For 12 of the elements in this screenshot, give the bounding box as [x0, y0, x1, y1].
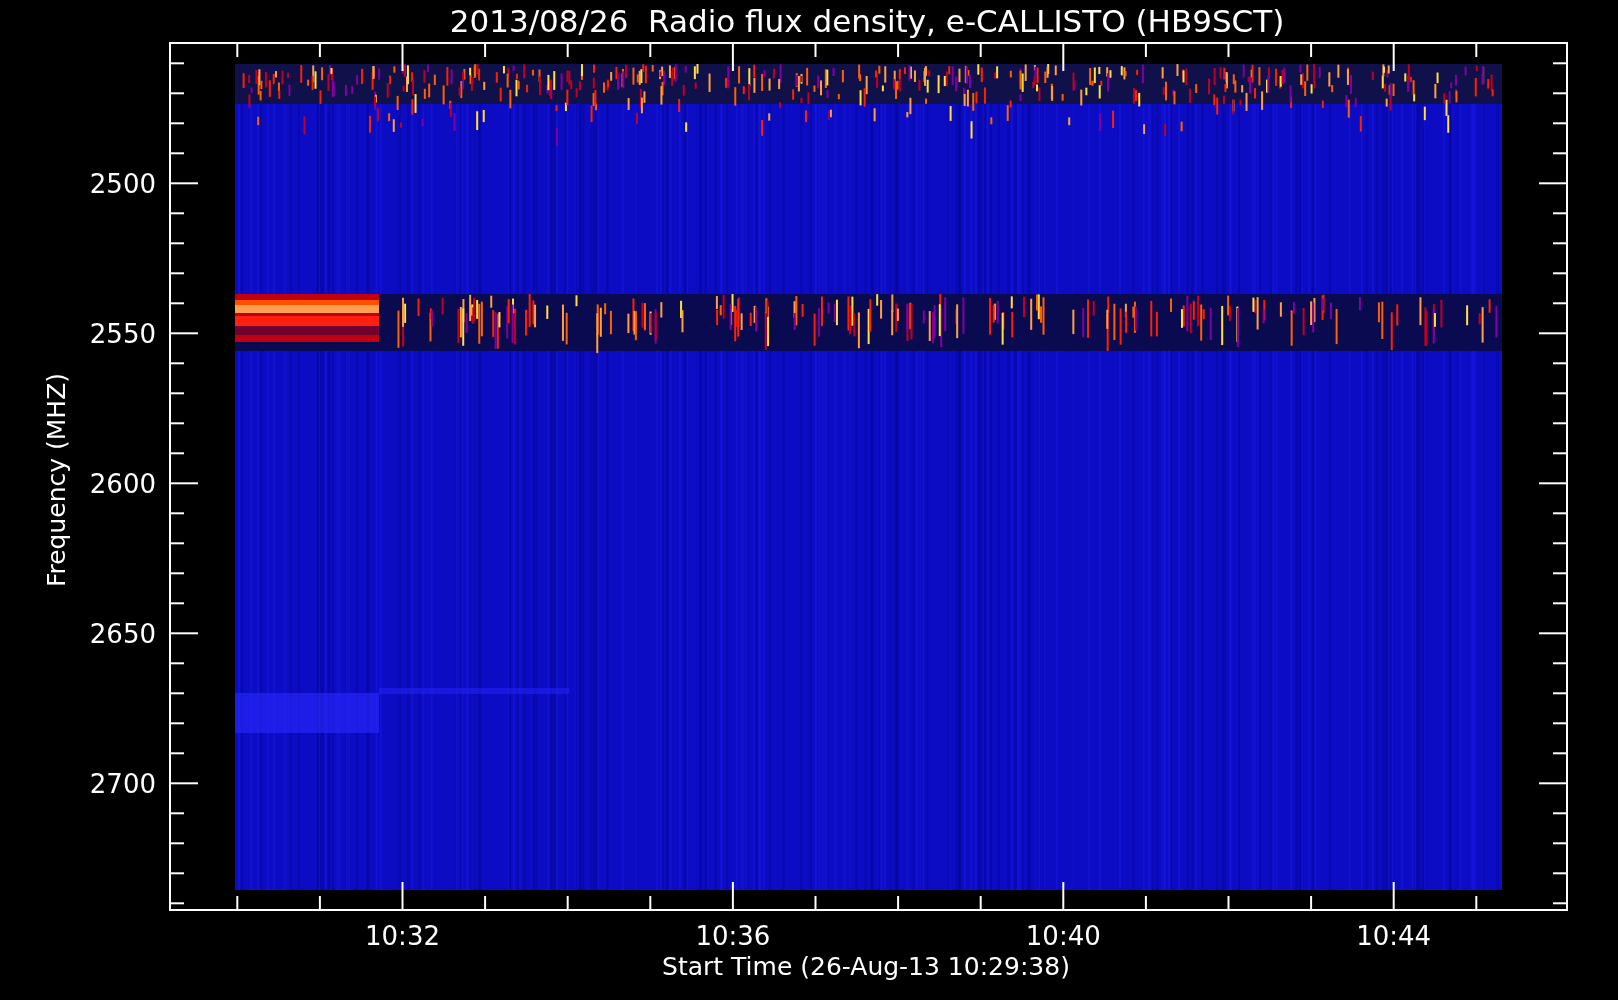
- x-tick-label: 10:36: [695, 921, 771, 951]
- x-tick-label: 10:40: [1025, 921, 1101, 951]
- x-tick-label: 10:44: [1356, 921, 1432, 951]
- x-tick-label: 10:32: [365, 921, 440, 951]
- y-tick-label: 2550: [89, 319, 156, 350]
- x-axis-label: Start Time (26-Aug-13 10:29:38): [662, 952, 1070, 981]
- y-tick-label: 2650: [89, 619, 156, 650]
- y-axis-label: Frequency (MHZ): [42, 372, 71, 588]
- y-tick-label: 2500: [89, 169, 156, 200]
- y-tick-label: 2600: [89, 469, 156, 500]
- y-tick-label: 2700: [89, 769, 156, 800]
- chart-title: 2013/08/26 Radio flux density, e-CALLISTO (HB9SCT): [449, 3, 1285, 39]
